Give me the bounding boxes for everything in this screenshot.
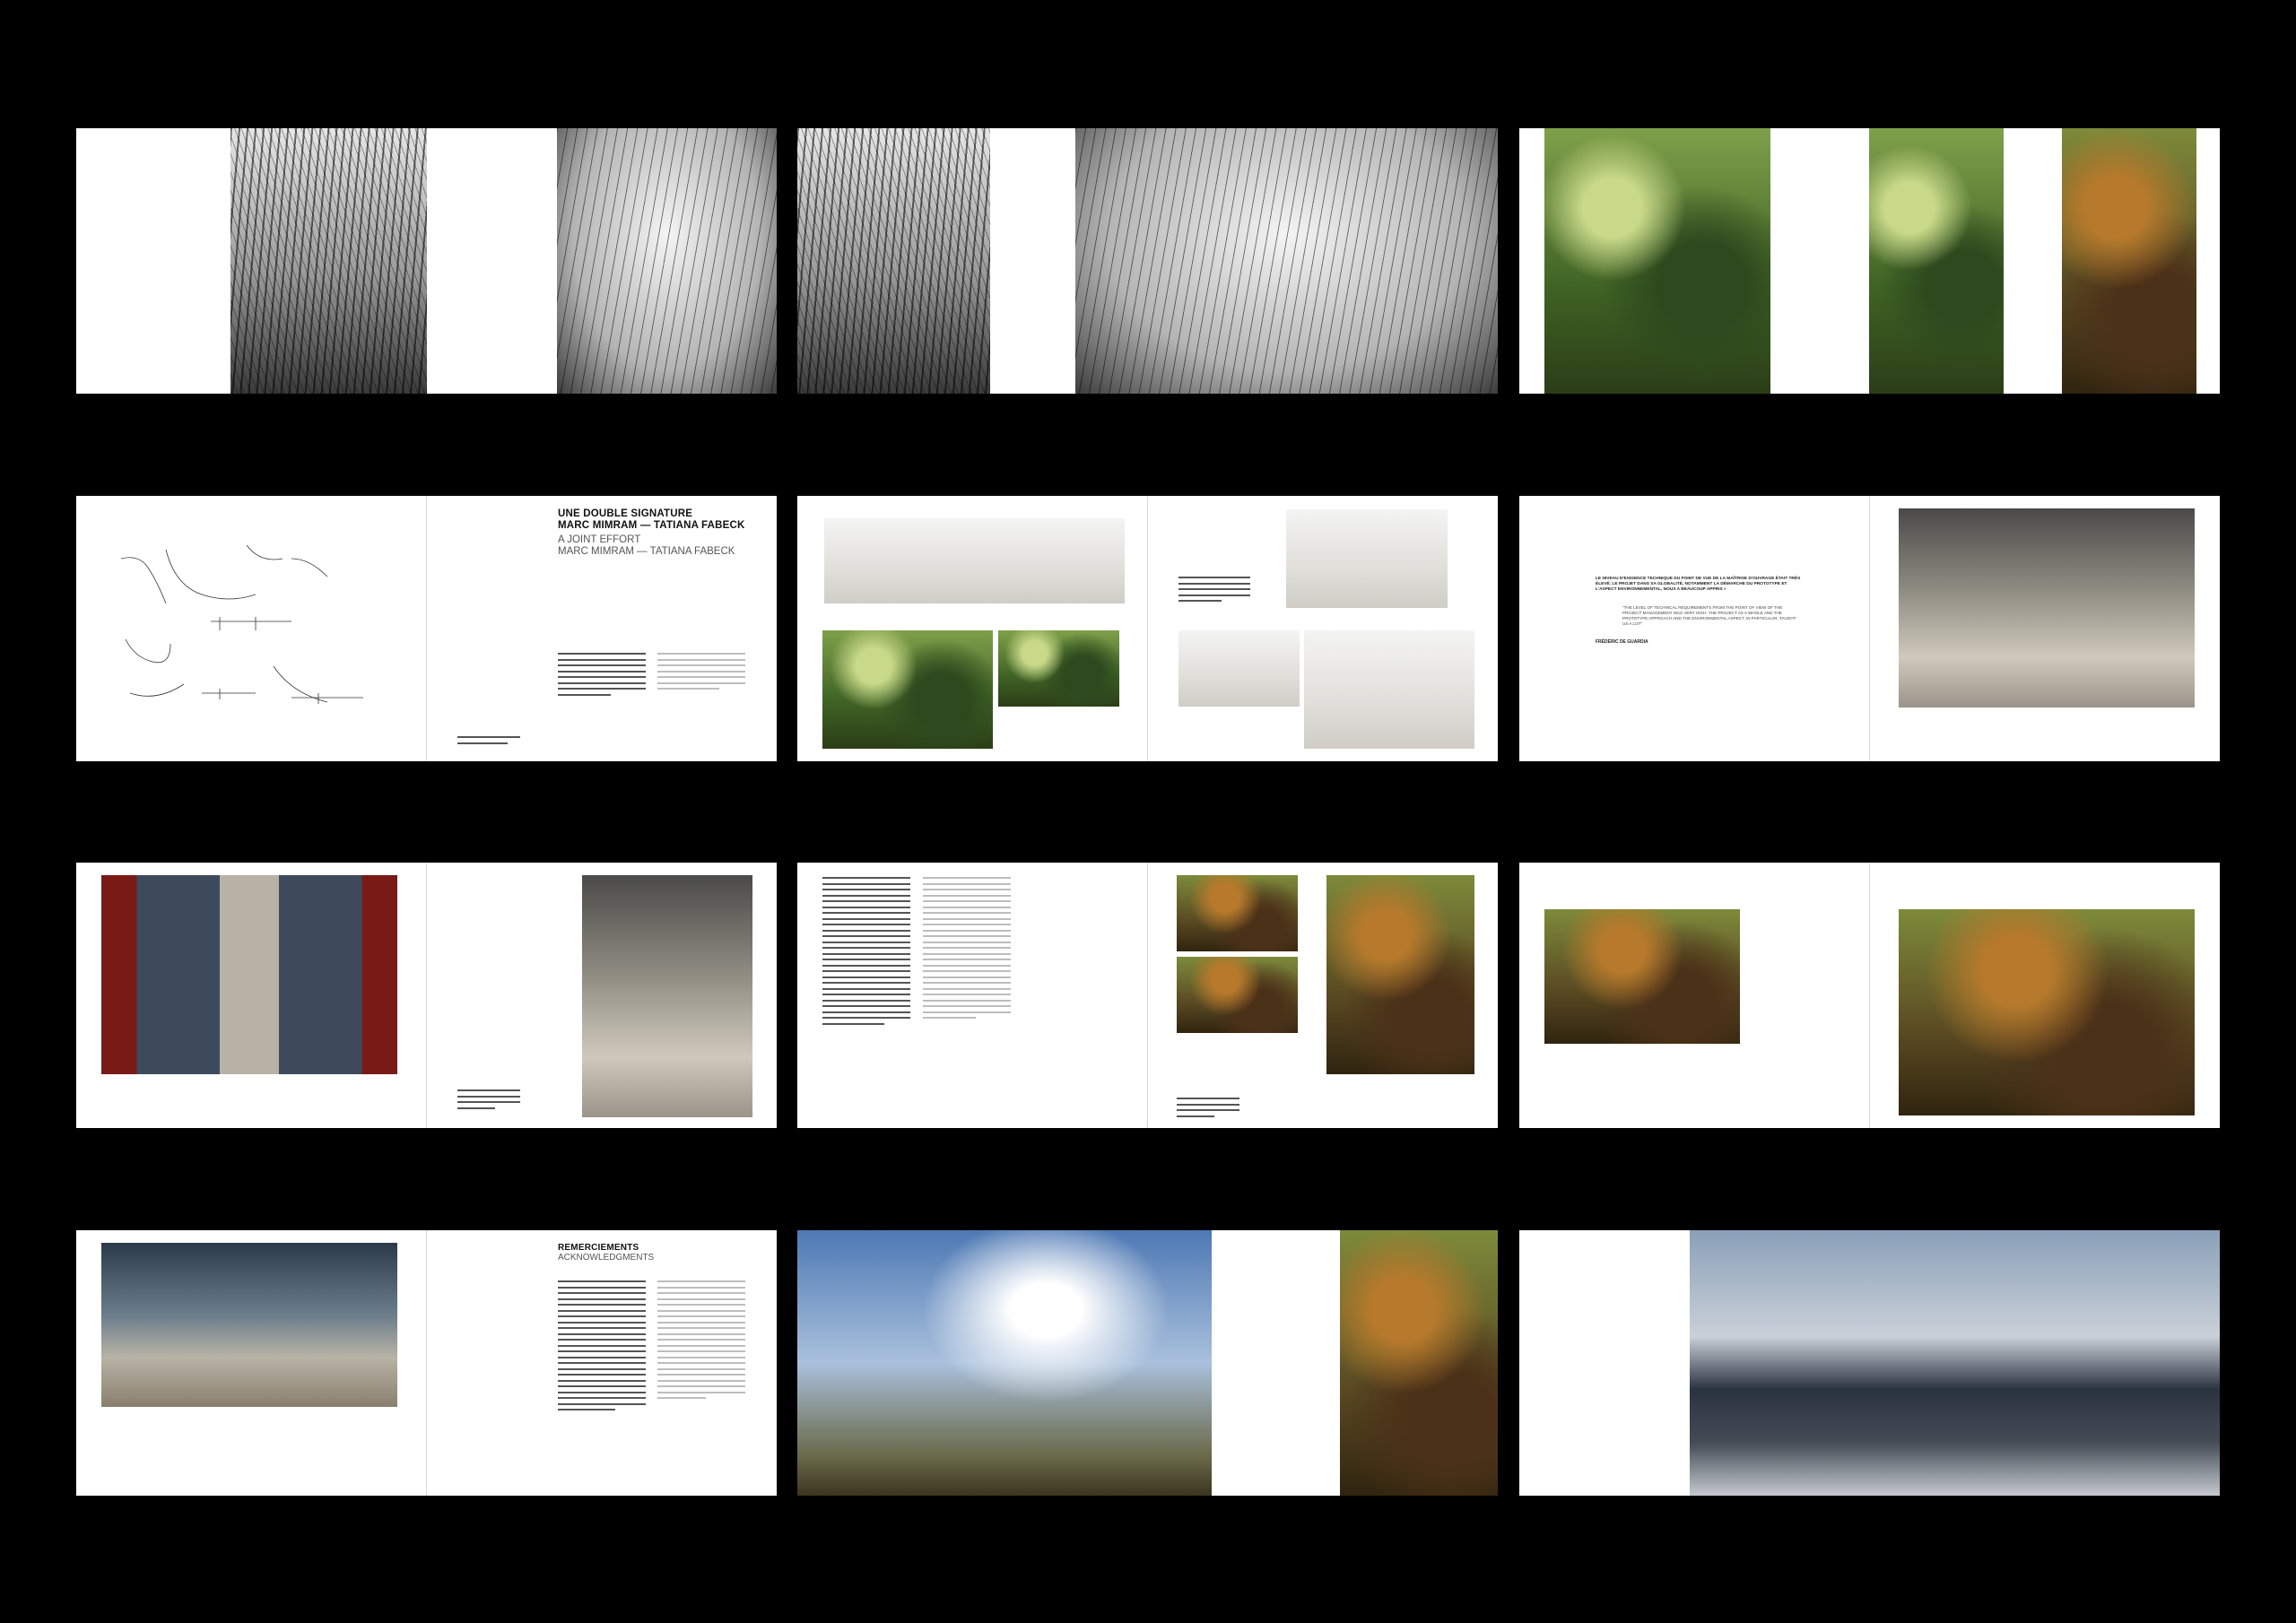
spread-7 (76, 863, 777, 1128)
photo-bridge-wide-bw (1075, 128, 1498, 394)
photo-forest-edge (1177, 875, 1298, 951)
photo-forest-green (1544, 128, 1770, 394)
body-column-fr (558, 1280, 646, 1415)
body-column-en (923, 877, 1011, 1023)
quote-en: "THE LEVEL OF TECHNICAL REQUIREMENTS FRO… (1622, 605, 1796, 626)
body-column-fr (558, 653, 646, 699)
ack-title: REMERCIEMENTS (558, 1243, 639, 1253)
photo-bridge-curve-bw (797, 128, 990, 394)
caption (1178, 577, 1250, 606)
photo-glass-railing (101, 1243, 397, 1407)
gutter (426, 1230, 427, 1496)
spread-2 (797, 128, 1498, 394)
gutter (1869, 496, 1870, 761)
spread-4: UNE DOUBLE SIGNATURE MARC MIMRAM — TATIA… (76, 496, 777, 761)
photo-drilling (1326, 875, 1474, 1074)
photo-walkway (1544, 909, 1740, 1044)
gutter (426, 863, 427, 1128)
caption (1177, 1098, 1239, 1121)
photo-park-path (998, 630, 1119, 707)
spread-11 (797, 1230, 1498, 1496)
render-trees (1286, 509, 1448, 608)
chapter-title: UNE DOUBLE SIGNATURE MARC MIMRAM — TATIA… (558, 508, 745, 531)
spread-6: LE NIVEAU D'EXIGENCE TECHNIQUE DU POINT … (1519, 496, 2220, 761)
design-sketches (112, 532, 399, 729)
caption (457, 1089, 520, 1113)
chapter-subtitle: A JOINT EFFORT MARC MIMRAM — TATIANA FAB… (558, 534, 735, 557)
gutter (426, 496, 427, 761)
quote-fr: LE NIVEAU D'EXIGENCE TECHNIQUE DU POINT … (1596, 577, 1801, 593)
spread-8 (797, 863, 1498, 1128)
render-model (1178, 630, 1300, 707)
spread-12 (1519, 1230, 2220, 1496)
body-column-en (657, 1280, 745, 1403)
ack-subtitle: ACKNOWLEDGMENTS (558, 1253, 655, 1263)
gutter (1147, 863, 1148, 1128)
quote-author: FRÉDÉRIC DE GUARDIA (1596, 639, 1648, 645)
body-column-fr (822, 877, 910, 1028)
photo-forest-path (1869, 128, 2004, 394)
photo-forest-logs (1177, 957, 1298, 1033)
render-bridge (1304, 630, 1474, 749)
photo-bridge-dusk (1690, 1230, 2220, 1496)
photo-trees-bw (230, 128, 427, 394)
spread-3 (1519, 128, 2220, 394)
photo-park (822, 630, 993, 749)
gutter (1869, 863, 1870, 1128)
photo-forest-bridge (2062, 128, 2196, 394)
photo-bridge-night (1340, 1230, 1498, 1496)
caption (457, 736, 520, 748)
spread-9 (1519, 863, 2220, 1128)
contact-sheet: { "spreads": { "s4": { "title": "UNE DOU… (0, 0, 2296, 1623)
spread-10: REMERCIEMENTS ACKNOWLEDGMENTS (76, 1230, 777, 1496)
gutter (1147, 496, 1148, 761)
spread-5 (797, 496, 1498, 761)
photo-workshop (1899, 508, 2195, 707)
body-column-en (657, 653, 745, 694)
section-drawing (824, 518, 1125, 603)
photo-factory (582, 875, 752, 1117)
photo-walkway-curve (1899, 909, 2195, 1115)
photo-bridge-blue-sky (797, 1230, 1212, 1496)
spread-1 (76, 128, 777, 394)
photo-bridge-bw (557, 128, 777, 394)
photo-workers (101, 875, 397, 1074)
